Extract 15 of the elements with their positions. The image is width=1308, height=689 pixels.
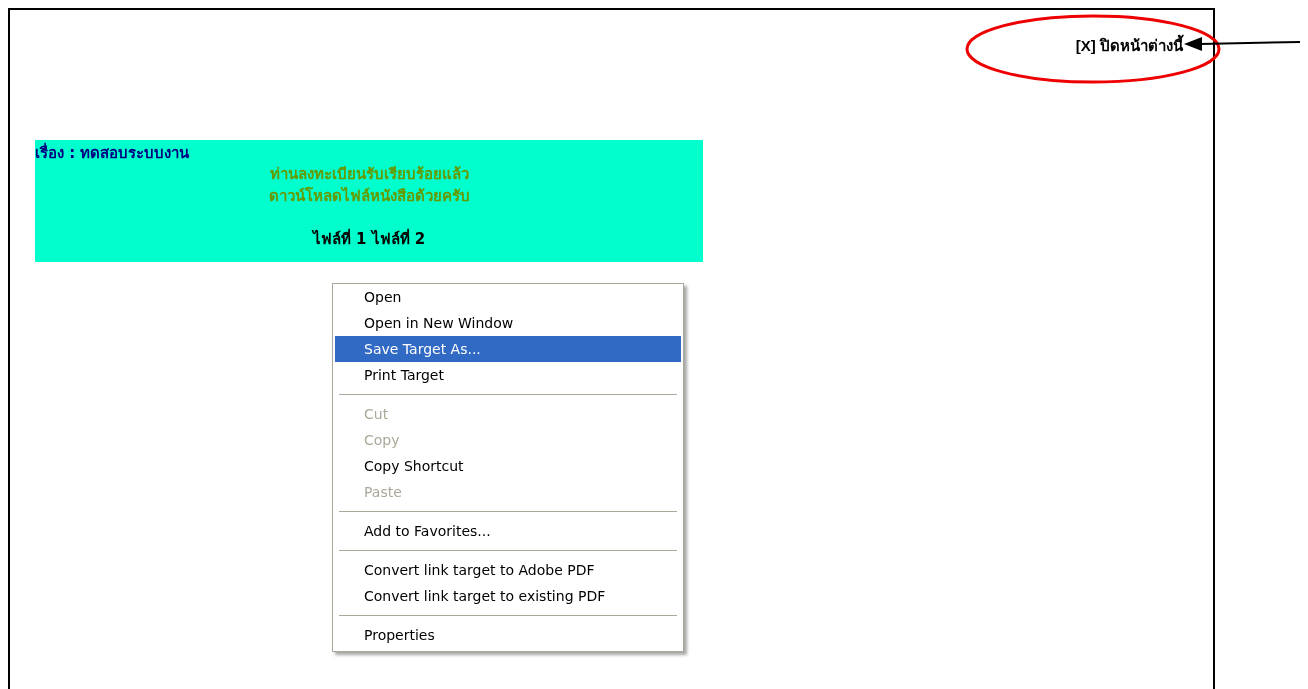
message-line: ท่านลงทะเบียนรับเรียบร้อยแล้ว bbox=[268, 164, 470, 185]
close-window-link[interactable]: [X] ปิดหน้าต่างนี้ bbox=[1075, 34, 1183, 140]
menu-item[interactable]: Convert link target to existing PDF bbox=[335, 583, 681, 609]
menu-item[interactable]: Convert link target to Adobe PDF bbox=[335, 557, 681, 583]
menu-item[interactable]: Open in New Window bbox=[335, 310, 681, 336]
file-link[interactable]: ไฟล์ที่ 2 bbox=[371, 230, 426, 248]
menu-item[interactable]: Properties bbox=[335, 622, 681, 648]
message-line: ดาวน์โหลดไฟล์หนังสือด้วยครับ bbox=[267, 185, 471, 207]
menu-item[interactable]: Save Target As... bbox=[335, 336, 681, 362]
subject-title: เรื่อง : ทดสอบระบบงาน bbox=[35, 143, 191, 163]
menu-item[interactable]: Copy Shortcut bbox=[335, 453, 681, 479]
menu-item[interactable]: Print Target bbox=[335, 362, 681, 388]
file-link[interactable]: ไฟล์ที่ 1 bbox=[312, 230, 367, 248]
menu-item[interactable]: Add to Favorites... bbox=[335, 518, 681, 544]
menu-item[interactable]: Open bbox=[335, 284, 681, 310]
